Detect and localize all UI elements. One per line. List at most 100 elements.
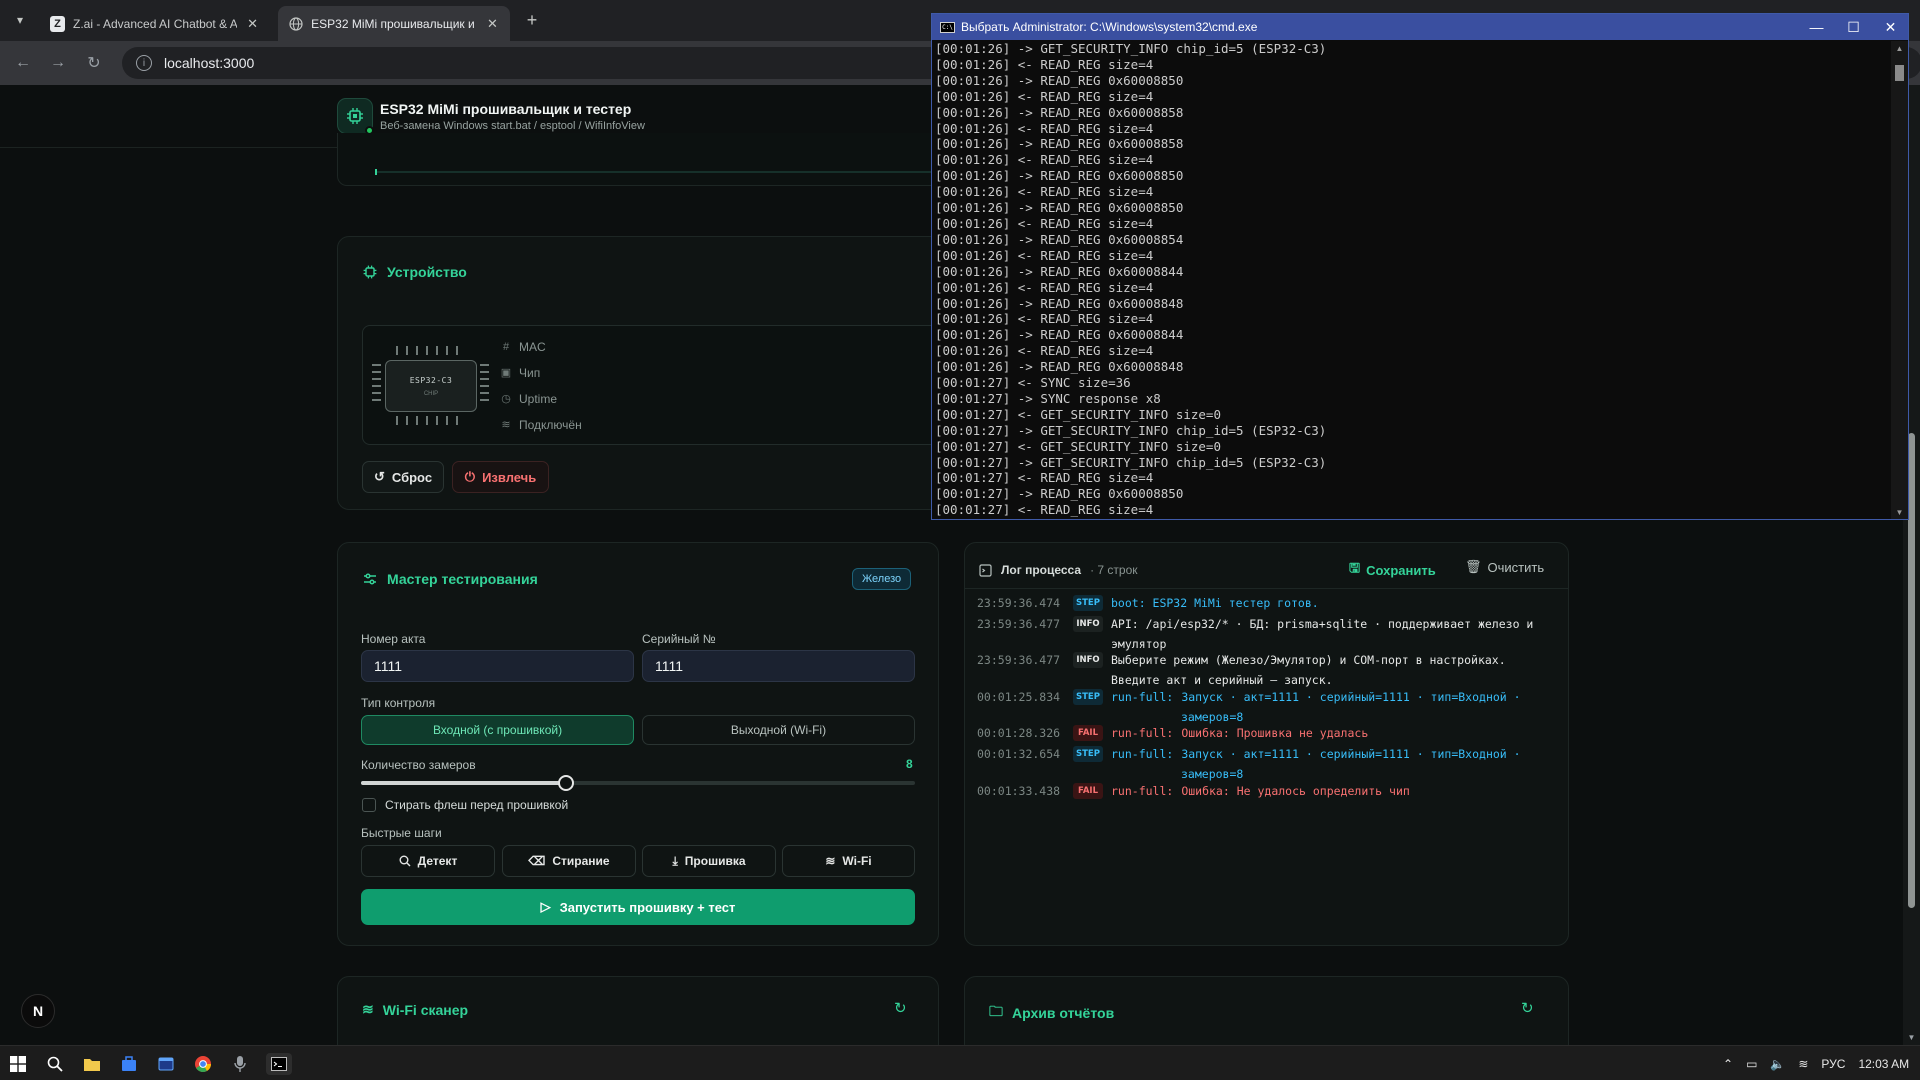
new-tab-icon[interactable]: + xyxy=(520,8,544,32)
eject-button[interactable]: ⏻ Извлечь xyxy=(452,461,549,493)
log-title: Лог процесса xyxy=(1001,563,1082,577)
scroll-down-icon[interactable]: ▼ xyxy=(1903,1033,1920,1042)
cmd-scroll-thumb[interactable] xyxy=(1895,65,1904,81)
browser-tab-esp32[interactable]: ESP32 MiMi прошивальщик и т ✕ xyxy=(278,6,510,41)
erase-button[interactable]: ⌫ Стирание xyxy=(502,845,636,877)
battery-icon[interactable]: ▭ xyxy=(1746,1057,1757,1071)
log-level-badge: FAIL xyxy=(1073,725,1103,741)
cmd-output[interactable]: [00:01:26] -> GET_SECURITY_INFO chip_id=… xyxy=(934,41,1886,519)
log-message: Выберите режим (Железо/Эмулятор) и COM-п… xyxy=(1111,650,1556,690)
flash-button[interactable]: ⤓ Прошивка xyxy=(642,845,776,877)
tab-search-icon[interactable]: ▾ xyxy=(8,8,32,32)
reset-button[interactable]: ↺ Сброс xyxy=(362,461,444,493)
count-slider-thumb[interactable] xyxy=(558,775,574,791)
wifi-icon: ≋ xyxy=(825,854,836,868)
refresh-icon[interactable]: ↻ xyxy=(1521,999,1534,1017)
windows-start-icon[interactable] xyxy=(7,1053,29,1075)
back-icon[interactable]: ← xyxy=(11,51,35,75)
wifi-card-title: ≋ Wi-Fi сканер xyxy=(362,1001,468,1018)
volume-icon[interactable]: 🔈 xyxy=(1770,1057,1785,1071)
cmd-line: [00:01:26] -> READ_REG 0x60008850 xyxy=(935,168,1184,184)
wifi-icon[interactable]: ≋ xyxy=(1798,1057,1808,1071)
count-value: 8 xyxy=(906,757,913,771)
sliders-icon xyxy=(364,573,376,585)
log-text: boot: ESP32 MiMi тестер готов. xyxy=(1111,596,1319,610)
erase-flash-checkbox[interactable] xyxy=(362,798,376,812)
device-title-text: Устройство xyxy=(387,264,467,280)
act-number-input[interactable] xyxy=(361,650,634,682)
reload-icon[interactable]: ↻ xyxy=(82,51,106,75)
minimize-icon[interactable]: — xyxy=(1798,14,1835,40)
log-message: run-full: Ошибка: Прошивка не удалась xyxy=(1111,723,1556,743)
close-tab-icon[interactable]: ✕ xyxy=(485,16,500,32)
cmd-scrollbar[interactable]: ▲ ▼ xyxy=(1891,41,1908,519)
log-entry: 00:01:32.654 STEP run-full: Запуск · акт=11… xyxy=(977,744,1556,784)
url-text: localhost:3000 xyxy=(164,55,255,71)
search-icon[interactable] xyxy=(44,1053,66,1075)
log-message: run-full: Запуск · акт=1111 · серийный=11… xyxy=(1111,687,1556,727)
save-log-button[interactable]: 🖫 Сохранить xyxy=(1349,559,1436,581)
scroll-thumb[interactable] xyxy=(1908,433,1915,908)
rotate-icon: ↺ xyxy=(373,469,385,484)
log-timestamp: 23:59:36.474 xyxy=(977,596,1061,610)
scroll-down-icon[interactable]: ▼ xyxy=(1891,505,1908,519)
cmd-line: [00:01:26] <- READ_REG size=4 xyxy=(935,152,1154,168)
log-level-badge: STEP xyxy=(1073,746,1103,762)
act-label: Номер акта xyxy=(361,632,426,646)
site-info-icon[interactable]: i xyxy=(136,55,152,71)
taskbar: ⌃ ▭ 🔈 ≋ РУС 12:03 AM xyxy=(0,1045,1920,1080)
cmd-line: [00:01:27] -> GET_SECURITY_INFO chip_id=… xyxy=(935,454,1327,470)
log-text: Запуск · акт=1111 · серийный=1111 · тип=… xyxy=(1181,747,1521,761)
control-outgoing-option[interactable]: Выходной (Wi-Fi) xyxy=(642,715,915,745)
log-prefix: run-full: xyxy=(1111,690,1174,704)
chevron-up-icon[interactable]: ⌃ xyxy=(1723,1057,1733,1071)
cmd-line: [00:01:26] <- READ_REG size=4 xyxy=(935,247,1154,263)
log-timestamp: 23:59:36.477 xyxy=(977,617,1061,631)
close-tab-icon[interactable]: ✕ xyxy=(245,16,260,32)
cmd-line: [00:01:26] <- READ_REG size=4 xyxy=(935,215,1154,231)
log-level-badge: INFO xyxy=(1073,616,1103,632)
cpu-icon xyxy=(363,265,377,279)
chip-pins-right xyxy=(480,364,489,401)
log-divider xyxy=(965,588,1568,589)
page-title: ESP32 MiMi прошивальщик и тестер xyxy=(380,101,632,117)
close-icon[interactable]: ✕ xyxy=(1872,14,1909,40)
cmd-line: [00:01:27] <- SYNC size=36 xyxy=(935,375,1131,391)
serial-number-input[interactable] xyxy=(642,650,915,682)
chrome-icon[interactable] xyxy=(192,1053,214,1075)
cmd-taskbar-icon[interactable] xyxy=(266,1053,292,1075)
tab-title: Z.ai - Advanced AI Chatbot & AI xyxy=(73,16,238,31)
clear-label: Очистить xyxy=(1487,559,1545,575)
archive-icon: 🗀 xyxy=(989,1003,1003,1019)
forward-icon[interactable]: → xyxy=(46,51,70,75)
scroll-up-icon[interactable]: ▲ xyxy=(1891,41,1908,55)
progress-marker xyxy=(375,169,377,175)
cmd-window[interactable]: C:\ Выбрать Administrator: C:\Windows\sy… xyxy=(931,13,1909,520)
microphone-app-icon[interactable] xyxy=(229,1053,251,1075)
cmd-titlebar[interactable]: C:\ Выбрать Administrator: C:\Windows\sy… xyxy=(932,14,1908,40)
app-window-icon[interactable] xyxy=(155,1053,177,1075)
clear-log-button[interactable]: 🗑 Очистить xyxy=(1465,559,1544,575)
log-text: Ошибка: Не удалось определить чип xyxy=(1181,784,1410,798)
log-entry: 23:59:36.474 STEP boot: ESP32 MiMi тестер … xyxy=(977,593,1556,613)
run-flash-test-button[interactable]: ▷ Запустить прошивку + тест xyxy=(361,889,915,925)
log-timestamp: 00:01:32.654 xyxy=(977,747,1061,761)
detect-button[interactable]: Детект xyxy=(361,845,495,877)
wifi-scanner-card: ≋ Wi-Fi сканер ↻ xyxy=(337,976,939,1045)
wifi-button[interactable]: ≋ Wi-Fi xyxy=(782,845,915,877)
zai-favicon-icon: Z xyxy=(50,15,65,32)
chip-illustration: ESP32-C3 CHIP xyxy=(385,360,477,412)
file-explorer-icon[interactable] xyxy=(81,1053,103,1075)
control-incoming-option[interactable]: Входной (с прошивкой) xyxy=(361,715,634,745)
store-icon[interactable] xyxy=(118,1053,140,1075)
refresh-icon[interactable]: ↻ xyxy=(894,999,907,1017)
cmd-title: Выбрать Administrator: C:\Windows\system… xyxy=(961,20,1258,34)
maximize-icon[interactable]: ☐ xyxy=(1835,14,1872,40)
language-indicator[interactable]: РУС xyxy=(1821,1057,1845,1071)
prop-connected: ≋ Подключён xyxy=(500,416,581,433)
next-dev-indicator[interactable]: N xyxy=(21,994,55,1028)
clock[interactable]: 12:03 AM xyxy=(1858,1057,1909,1071)
browser-tab-zai[interactable]: Z Z.ai - Advanced AI Chatbot & AI ✕ xyxy=(40,6,270,41)
clock-icon: ◷ xyxy=(501,393,511,405)
app-logo xyxy=(337,98,374,135)
